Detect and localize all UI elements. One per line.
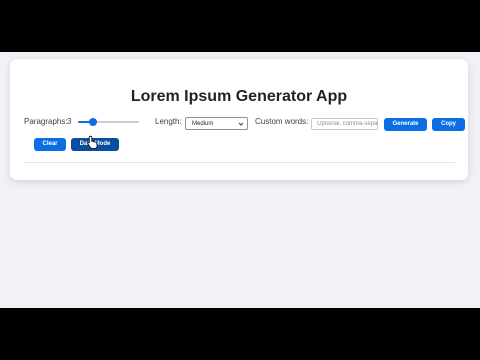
output-divider bbox=[24, 162, 455, 163]
generator-card: Lorem Ipsum Generator App Paragraphs: 3 … bbox=[10, 59, 468, 180]
length-label: Length: bbox=[155, 117, 182, 126]
length-select[interactable]: Medium bbox=[185, 117, 248, 130]
page-title: Lorem Ipsum Generator App bbox=[130, 88, 348, 105]
paragraphs-slider[interactable] bbox=[78, 118, 139, 126]
browser-viewport: Lorem Ipsum Generator App Paragraphs: 3 … bbox=[0, 52, 480, 308]
screen: { "app": { "title": "Lorem Ipsum Generat… bbox=[0, 0, 480, 360]
generate-button[interactable]: Generate bbox=[384, 118, 427, 131]
custom-words-label: Custom words: bbox=[255, 117, 309, 126]
length-selected-value: Medium bbox=[192, 121, 214, 127]
slider-thumb[interactable] bbox=[89, 118, 98, 126]
custom-words-input[interactable] bbox=[311, 118, 378, 130]
paragraphs-label: Paragraphs: bbox=[24, 117, 68, 126]
hand-pointer-icon bbox=[87, 135, 98, 150]
copy-button[interactable]: Copy bbox=[432, 118, 465, 131]
chevron-down-icon bbox=[238, 122, 244, 126]
clear-button[interactable]: Clear bbox=[34, 138, 66, 151]
paragraphs-value: 3 bbox=[67, 117, 72, 126]
